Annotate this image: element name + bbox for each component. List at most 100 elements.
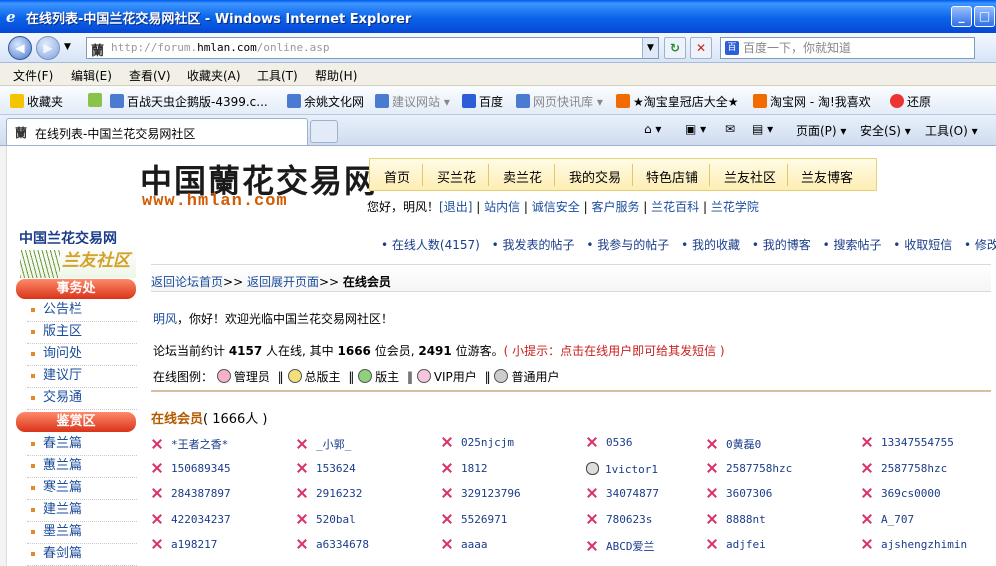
online-user[interactable]: 2587758hzc [706,462,792,475]
online-user-name[interactable]: 153624 [316,462,356,475]
new-tab-button[interactable] [310,120,338,143]
online-user-name[interactable]: a6334678 [316,538,369,551]
online-user-name[interactable]: 2587758hzc [726,462,792,475]
fav-item-7[interactable]: 淘宝网 - 淘!我喜欢 [753,93,871,110]
feeds-icon[interactable]: ▣ ▾ [685,122,706,136]
online-user[interactable]: 13347554755 [861,436,954,449]
breadcrumb-forum-home[interactable]: 返回论坛首页 [151,275,223,289]
welcome-username[interactable]: 明风 [153,312,177,326]
maximize-button[interactable]: □ [974,6,995,27]
online-user[interactable]: 422034237 [151,513,231,526]
sidebar-section-appreciation[interactable]: 鉴赏区 [16,412,136,432]
link-inbox[interactable]: 站内信 [484,200,520,214]
quick-blog[interactable]: • 我的博客 [752,238,811,252]
site-logo-url[interactable]: www.hmlan.com [142,192,288,211]
quick-messages[interactable]: • 收取短信 [893,238,952,252]
online-user-name[interactable]: 284387897 [171,487,231,500]
online-user-name[interactable]: ajshengzhimin [881,538,967,551]
online-user[interactable]: 284387897 [151,487,231,500]
favorites-button[interactable]: 收藏夹 [10,93,63,110]
nav-sell[interactable]: 卖兰花 [503,167,542,186]
search-input[interactable]: 百 百度一下，你就知道 [720,37,975,59]
online-user-name[interactable]: 8888nt [726,513,766,526]
quick-online-count[interactable]: • 在线人数(4157) [381,238,480,252]
logout-link[interactable]: [退出] [439,200,472,214]
link-trust[interactable]: 诚信安全 [532,200,580,214]
menu-help[interactable]: 帮助(H) [315,67,357,84]
fav-item-4[interactable]: 百度 [462,93,503,110]
online-user-name[interactable]: 369cs0000 [881,487,941,500]
online-user-name[interactable]: aaaa [461,538,488,551]
sidebar-item-jianlan[interactable]: 建兰篇 [27,500,137,522]
sidebar-item-hanlan[interactable]: 寒兰篇 [27,478,137,500]
online-user[interactable]: _小郭_ [296,436,351,452]
quick-search[interactable]: • 搜索帖子 [823,238,882,252]
forward-button[interactable]: ▶ [36,36,60,60]
online-user[interactable]: 025njcjm [441,436,514,449]
online-user[interactable]: a6334678 [296,538,369,551]
online-user-name[interactable]: 2587758hzc [881,462,947,475]
online-user-name[interactable]: 0黄磊0 [726,438,761,451]
online-user-name[interactable]: 0536 [606,436,633,449]
link-wiki[interactable]: 兰花百科 [651,200,699,214]
fav-item-3[interactable]: 建议网站 ▾ [375,93,450,110]
online-user[interactable]: 520bal [296,513,356,526]
minimize-button[interactable]: _ [951,6,972,27]
menu-tools[interactable]: 工具(T) [257,67,298,84]
sidebar-section-affairs[interactable]: 事务处 [16,279,136,299]
quick-favorites[interactable]: • 我的收藏 [681,238,740,252]
online-user-name[interactable]: adjfei [726,538,766,551]
sidebar-item-announcements[interactable]: 公告栏 [27,300,137,322]
online-user-name[interactable]: a198217 [171,538,217,551]
nav-shops[interactable]: 特色店铺 [646,167,698,186]
tools-menu[interactable]: 工具(O) ▾ [925,122,978,139]
sidebar-item-huilan[interactable]: 蕙兰篇 [27,456,137,478]
online-user[interactable]: 0黄磊0 [706,436,761,452]
online-user[interactable]: 5526971 [441,513,507,526]
fav-item-6[interactable]: ★淘宝皇冠店大全★ [616,93,739,110]
nav-blog[interactable]: 兰友博客 [801,167,853,186]
quick-my-posts[interactable]: • 我发表的帖子 [492,238,575,252]
online-user[interactable]: 1812 [441,462,488,475]
online-user[interactable]: 329123796 [441,487,521,500]
online-user[interactable]: 2916232 [296,487,362,500]
mail-icon[interactable]: ✉ [725,122,735,136]
menu-view[interactable]: 查看(V) [129,67,171,84]
quick-joined-posts[interactable]: • 我参与的帖子 [586,238,669,252]
nav-home[interactable]: 首页 [384,167,410,186]
nav-community[interactable]: 兰友社区 [724,167,776,186]
online-user-name[interactable]: 150689345 [171,462,231,475]
tab-online-list[interactable]: 蘭 在线列表-中国兰花交易网社区 [6,118,308,145]
online-user[interactable]: 3607306 [706,487,772,500]
online-user[interactable]: adjfei [706,538,766,551]
home-icon[interactable]: ⌂ ▾ [644,122,661,136]
refresh-button[interactable]: ↻ [664,37,686,59]
safety-menu[interactable]: 安全(S) ▾ [860,122,911,139]
online-user[interactable]: 2587758hzc [861,462,947,475]
online-user-name[interactable]: *王者之香* [171,438,228,451]
online-user-name[interactable]: 2916232 [316,487,362,500]
online-user[interactable]: 780623s [586,513,652,526]
page-menu[interactable]: 页面(P) ▾ [796,122,846,139]
online-user-name[interactable]: 3607306 [726,487,772,500]
sidebar-item-suggestions[interactable]: 建议厅 [27,366,137,388]
back-button[interactable]: ◀ [8,36,32,60]
recent-pages-dropdown-icon[interactable]: ▼ [64,42,71,52]
sidebar-item-molan[interactable]: 墨兰篇 [27,522,137,544]
menu-edit[interactable]: 编辑(E) [71,67,112,84]
breadcrumb-expand[interactable]: 返回展开页面 [247,275,319,289]
online-user-name[interactable]: A_707 [881,513,914,526]
nav-my-trade[interactable]: 我的交易 [569,167,621,186]
add-favorite-icon[interactable] [88,93,105,108]
sidebar-item-moderators[interactable]: 版主区 [27,322,137,344]
online-user-name[interactable]: ABCD爱兰 [606,540,655,553]
online-user[interactable]: 150689345 [151,462,231,475]
online-user[interactable]: a198217 [151,538,217,551]
online-user-name[interactable]: 329123796 [461,487,521,500]
fav-item-8[interactable]: 还原 [890,93,931,110]
address-url[interactable]: http://forum.hmlan.com/online.asp [111,41,330,54]
link-service[interactable]: 客户服务 [591,200,639,214]
online-user[interactable]: aaaa [441,538,488,551]
online-user-name[interactable]: 1812 [461,462,488,475]
address-bar[interactable]: 蘭 http://forum.hmlan.com/online.asp ▼ [86,37,659,59]
